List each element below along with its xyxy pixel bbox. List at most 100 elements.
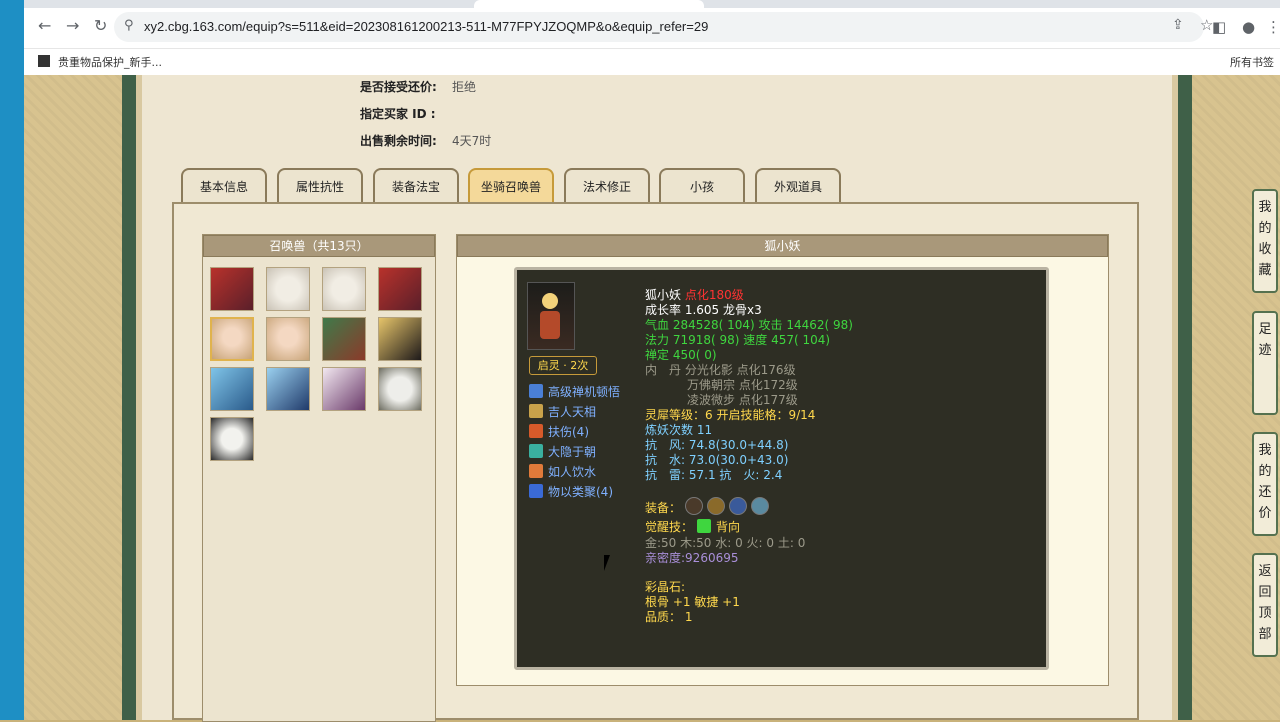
my-favorites-button[interactable]: 我的收藏 xyxy=(1252,189,1278,293)
pet-thumb[interactable] xyxy=(322,317,366,361)
pet-thumb[interactable] xyxy=(210,267,254,311)
skill-icon xyxy=(529,484,543,498)
lingxi-line: 灵犀等级：6 开启技能格：9/14 xyxy=(645,408,816,422)
sidepanel-icon[interactable]: ◧ xyxy=(1212,18,1226,36)
skill-item[interactable]: 大隐于朝 xyxy=(529,443,596,460)
tab-mounts-pets[interactable]: 坐骑召唤兽 xyxy=(468,168,554,202)
pet-thumb-selected[interactable] xyxy=(210,317,254,361)
tab-basic-info[interactable]: 基本信息 xyxy=(181,168,267,202)
skill-label: 物以类聚(4) xyxy=(548,485,613,499)
crystal-attr: 根骨 +1 敏捷 +1 xyxy=(645,595,740,609)
growth-line: 成长率 1.605 龙骨x3 xyxy=(645,303,762,317)
pet-thumb[interactable] xyxy=(378,267,422,311)
skill-icon xyxy=(529,404,543,418)
pet-thumb[interactable] xyxy=(378,317,422,361)
all-bookmarks[interactable]: 所有书签 xyxy=(1230,54,1274,70)
info-value-counteroffer: 拒绝 xyxy=(452,80,477,94)
pet-thumb[interactable] xyxy=(210,417,254,461)
skill-label: 扶伤(4) xyxy=(548,425,589,439)
lianyao-line: 炼妖次数 11 xyxy=(645,423,713,437)
awaken-skill-icon xyxy=(697,519,712,533)
frame-border-left xyxy=(122,75,136,720)
pet-detail-title: 狐小妖 xyxy=(457,235,1108,257)
skill-icon xyxy=(529,384,543,398)
menu-icon[interactable]: ⋮ xyxy=(1266,18,1280,36)
back-to-top-button[interactable]: 返回顶部 xyxy=(1252,553,1278,657)
bookmark-favicon-icon xyxy=(38,55,50,67)
quality-line: 品质： 1 xyxy=(645,610,693,624)
forward-icon[interactable]: → xyxy=(66,16,79,35)
back-icon[interactable]: ← xyxy=(38,16,51,35)
lock-icon: ⚲ xyxy=(124,18,134,33)
dan-3: 凌波微步 点化177级 xyxy=(687,393,798,407)
mp-line: 法力 71918( 98) 速度 457( 104) xyxy=(645,333,831,347)
skill-item[interactable]: 扶伤(4) xyxy=(529,423,589,440)
footprints-button[interactable]: 足迹 xyxy=(1252,311,1278,415)
skill-item[interactable]: 高级禅机顿悟 xyxy=(529,383,620,400)
skill-icon xyxy=(529,464,543,478)
pet-thumb[interactable] xyxy=(322,267,366,311)
pet-thumb[interactable] xyxy=(266,317,310,361)
pet-portrait-head xyxy=(542,293,558,309)
hp-line: 气血 284528( 104) 攻击 14462( 98) xyxy=(645,318,853,332)
skill-label: 高级禅机顿悟 xyxy=(548,385,621,399)
tab-equipment[interactable]: 装备法宝 xyxy=(373,168,459,202)
bookmarks-bar: 贵重物品保护_新手... 所有书签 xyxy=(24,48,1280,76)
tab-child[interactable]: 小孩 xyxy=(659,168,745,202)
share-icon[interactable]: ⇪ xyxy=(1172,17,1184,33)
pet-thumb[interactable] xyxy=(378,367,422,411)
equip-slot-icon[interactable] xyxy=(685,497,704,515)
pet-thumb[interactable] xyxy=(266,267,310,311)
equip-slot-icon[interactable] xyxy=(751,497,770,515)
res-shui-line: 抗 水: 73.0(30.0+43.0) xyxy=(645,453,789,467)
skill-item[interactable]: 如人饮水 xyxy=(529,463,596,480)
browser-chrome: ← → ↻ ⚲ xy2.cbg.163.com/equip?s=511&eid=… xyxy=(24,0,1280,94)
tab-appearance[interactable]: 外观道具 xyxy=(755,168,841,202)
equip-slot-icon[interactable] xyxy=(707,497,726,515)
pets-list-title: 召唤兽（共13只） xyxy=(203,235,435,257)
mouse-cursor-icon xyxy=(604,555,616,571)
pet-thumb[interactable] xyxy=(210,367,254,411)
tab-spell-correction[interactable]: 法术修正 xyxy=(564,168,650,202)
info-label-counteroffer: 是否接受还价: xyxy=(360,80,437,94)
pet-name-tag: 点化180级 xyxy=(684,288,744,302)
awaken-badge: 启灵 · 2次 xyxy=(529,356,597,375)
equip-slot-icon[interactable] xyxy=(729,497,748,515)
my-offers-button[interactable]: 我的还价 xyxy=(1252,432,1278,536)
side-button-label: 我的收藏 xyxy=(1258,200,1272,278)
crystal-label: 彩晶石: xyxy=(645,580,686,594)
pet-portrait-body xyxy=(540,311,560,339)
awaken-skill: 背向 xyxy=(716,520,741,534)
pets-grid xyxy=(210,267,430,467)
tab-attributes[interactable]: 属性抗性 xyxy=(277,168,363,202)
res-feng-line: 抗 风: 74.8(30.0+44.8) xyxy=(645,438,789,452)
pet-thumb[interactable] xyxy=(266,367,310,411)
address-bar[interactable]: ⚲ xy2.cbg.163.com/equip?s=511&eid=202308… xyxy=(114,12,1213,42)
frame-border-right xyxy=(1178,75,1192,720)
zen-line: 禅定 450( 0) xyxy=(645,348,717,362)
skill-item[interactable]: 吉人天相 xyxy=(529,403,596,420)
url-text[interactable]: xy2.cbg.163.com/equip?s=511&eid=20230816… xyxy=(144,19,708,34)
intimacy-line: 亲密度:9260695 xyxy=(645,551,739,565)
stats-block: 狐小妖 点化180级 成长率 1.605 龙骨x3 气血 284528( 104… xyxy=(645,288,853,625)
pet-portrait xyxy=(527,282,575,350)
info-label-buyer-id: 指定买家 ID : xyxy=(360,107,436,121)
side-button-label: 足迹 xyxy=(1258,322,1272,358)
skill-label: 吉人天相 xyxy=(548,405,597,419)
awaken-label: 觉醒技： xyxy=(645,520,694,534)
reload-icon[interactable]: ↻ xyxy=(94,16,107,35)
pet-stats-card: 启灵 · 2次 高级禅机顿悟 吉人天相 扶伤(4) 大隐于朝 如人饮水 物以类聚… xyxy=(514,267,1049,670)
bookmark-item[interactable]: 贵重物品保护_新手... xyxy=(58,54,162,70)
elements-line: 金:50 木:50 水: 0 火: 0 土: 0 xyxy=(645,536,806,550)
info-value-time-left: 4天7时 xyxy=(452,134,492,148)
profile-icon[interactable]: ● xyxy=(1242,18,1255,36)
active-browser-tab[interactable] xyxy=(474,0,704,8)
side-button-label: 返回顶部 xyxy=(1258,564,1272,642)
dan-2: 万佛朝宗 点化172级 xyxy=(687,378,798,392)
pet-name: 狐小妖 xyxy=(645,288,682,302)
dan-1: 分光化影 点化176级 xyxy=(684,363,796,377)
skill-item[interactable]: 物以类聚(4) xyxy=(529,483,613,500)
skill-icon xyxy=(529,444,543,458)
desktop-strip xyxy=(0,0,24,720)
pet-thumb[interactable] xyxy=(322,367,366,411)
